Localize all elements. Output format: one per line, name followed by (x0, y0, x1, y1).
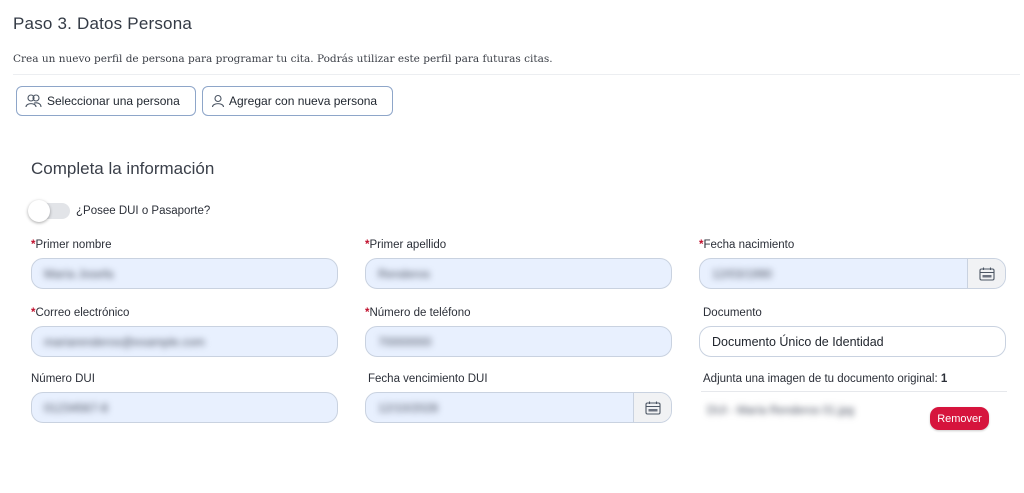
dui-expiry-label: Fecha vencimiento DUI (368, 373, 488, 385)
toggle-knob (28, 200, 50, 222)
phone-value: 70000000 (378, 334, 432, 349)
select-person-button[interactable]: Seleccionar una persona (16, 86, 196, 116)
attachment-file-name: DUI - María Renderos 01.jpg (707, 405, 855, 417)
people-icon (25, 94, 42, 108)
email-value: mariarenderos@example.com (44, 334, 205, 349)
calendar-icon (978, 267, 995, 281)
phone-input[interactable]: 70000000 (365, 326, 672, 357)
toggle-label: ¿Posee DUI o Pasaporte? (76, 205, 211, 217)
step-description: Crea un nuevo perfil de persona para pro… (13, 53, 553, 65)
dui-number-input[interactable]: 01234567-8 (31, 392, 338, 423)
person-icon (211, 94, 225, 108)
birth-date-label: *Fecha nacimiento (699, 239, 795, 251)
dui-expiry-value: 12/10/2028 (378, 400, 439, 415)
dui-expiry-input[interactable]: 12/10/2028 (365, 392, 672, 423)
step-title: Paso 3. Datos Persona (13, 14, 193, 33)
last-name-input[interactable]: Renderos (365, 258, 672, 289)
dui-passport-toggle[interactable] (28, 200, 70, 222)
dui-number-label: Número DUI (31, 373, 95, 385)
calendar-icon (644, 401, 661, 415)
first-name-value: María Josefa (44, 266, 114, 281)
last-name-value: Renderos (378, 266, 431, 281)
birth-date-input[interactable]: 12/03/1990 (699, 258, 1006, 289)
email-label: *Correo electrónico (31, 307, 130, 319)
dui-number-value: 01234567-8 (44, 400, 109, 415)
add-person-label: Agregar con nueva persona (229, 94, 378, 108)
attachment-count: 1 (940, 373, 948, 385)
first-name-label: *Primer nombre (31, 239, 112, 251)
document-select[interactable]: Documento Único de Identidad (699, 326, 1006, 357)
form-title: Completa la información (31, 159, 215, 178)
birth-date-calendar-button[interactable] (967, 259, 1005, 288)
last-name-label: *Primer apellido (365, 239, 447, 251)
remove-attachment-button[interactable]: Remover (930, 407, 989, 430)
birth-date-value: 12/03/1990 (712, 266, 773, 281)
dui-expiry-calendar-button[interactable] (633, 393, 671, 422)
phone-label: *Número de teléfono (365, 307, 471, 319)
first-name-input[interactable]: María Josefa (31, 258, 338, 289)
select-person-label: Seleccionar una persona (47, 94, 180, 108)
document-label: Documento (703, 307, 762, 319)
attachment-divider (701, 391, 1007, 392)
attachment-label: Adjunta una imagen de tu documento origi… (703, 373, 948, 385)
add-person-button[interactable]: Agregar con nueva persona (202, 86, 393, 116)
divider (13, 74, 1020, 75)
document-value: Documento Único de Identidad (712, 334, 884, 349)
email-input[interactable]: mariarenderos@example.com (31, 326, 338, 357)
